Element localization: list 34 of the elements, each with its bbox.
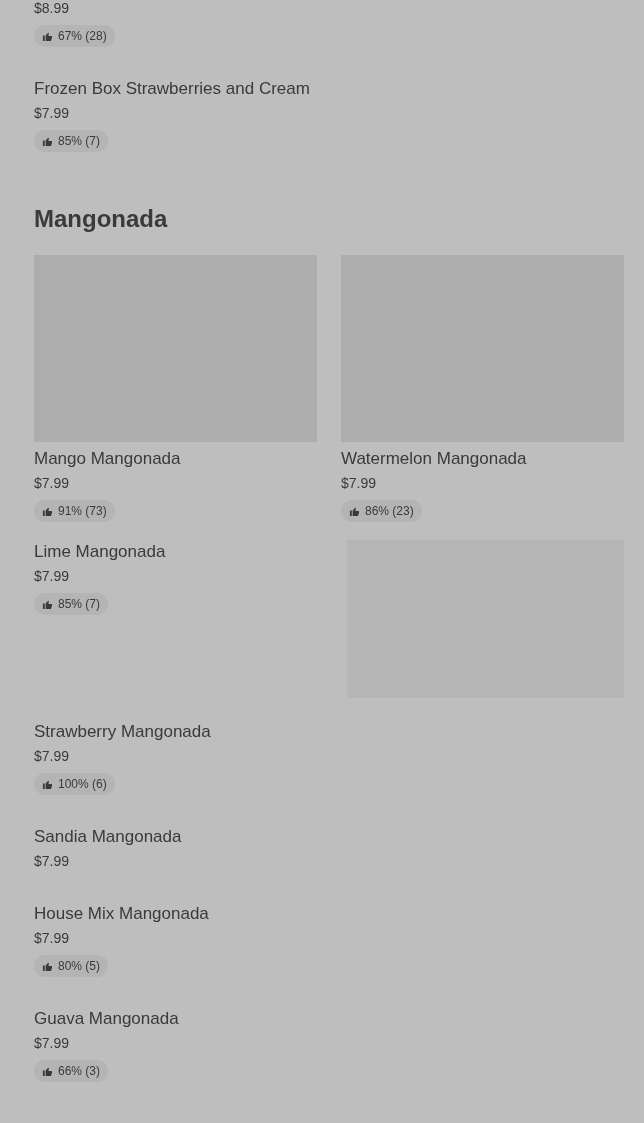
item-price: $8.99 [34, 0, 70, 18]
item-price: $7.99 [341, 474, 377, 493]
item-name: Sandia Mangonada [34, 826, 182, 848]
item-name: Strawberry Mangonada [34, 721, 211, 743]
thumbs-up-icon [42, 778, 53, 790]
thumbs-up-icon [349, 505, 360, 517]
rating-badge: 91% (73) [34, 500, 115, 522]
thumbs-up-icon [42, 135, 53, 147]
section-heading: Mangonada [34, 204, 169, 234]
item-name: Frozen Box Strawberries and Cream [34, 78, 310, 100]
thumbs-up-icon [42, 1065, 53, 1077]
rating-badge: 67% (28) [34, 25, 115, 47]
item-name: Lime Mangonada [34, 541, 166, 563]
item-name: Guava Mangonada [34, 1008, 179, 1030]
thumbs-up-icon [42, 960, 53, 972]
item-name: House Mix Mangonada [34, 903, 209, 925]
rating-badge: 85% (7) [34, 130, 109, 152]
item-name: Watermelon Mangonada [341, 448, 527, 470]
rating-badge: 85% (7) [34, 593, 109, 615]
item-price: $7.99 [34, 747, 70, 766]
thumbs-up-icon [42, 505, 53, 517]
thumbs-up-icon [42, 598, 53, 610]
item-price: $7.99 [34, 567, 70, 586]
item-price: $7.99 [34, 104, 70, 123]
item-name: Mango Mangonada [34, 448, 181, 470]
rating-badge: 80% (5) [34, 955, 109, 977]
rating-badge: 100% (6) [34, 773, 115, 795]
item-price: $7.99 [34, 1034, 70, 1053]
item-price: $7.99 [34, 929, 70, 948]
thumbs-up-icon [42, 30, 53, 42]
rating-badge: 86% (23) [341, 500, 422, 522]
rating-badge: 66% (3) [34, 1060, 109, 1082]
item-price: $7.99 [34, 852, 70, 871]
item-price: $7.99 [34, 474, 70, 493]
